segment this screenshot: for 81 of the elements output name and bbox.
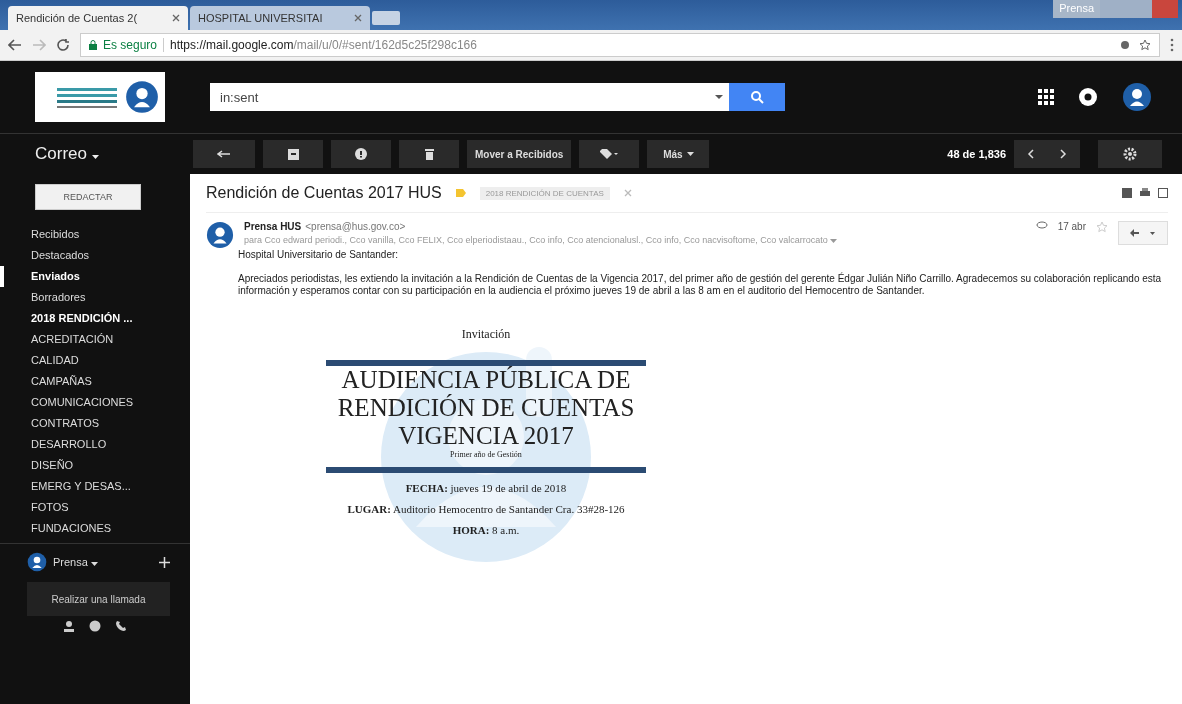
reply-button[interactable] [1118,221,1168,245]
sidebar-item[interactable]: CALIDAD [0,350,190,371]
browser-tab[interactable]: HOSPITAL UNIVERSITAI [190,6,370,30]
spam-button[interactable] [331,140,391,168]
reply-arrow-icon [1130,229,1156,237]
sidebar-item[interactable]: DESARROLLO [0,434,190,455]
apps-grid-icon[interactable] [1038,89,1054,105]
invitation-subtitle: Primer año de Gestión [450,450,522,459]
sidebar-item[interactable]: FOTOS [0,497,190,518]
search-button[interactable] [729,83,785,111]
account-avatar[interactable] [27,552,47,572]
message-counter: 48 de 1,836 [947,148,1006,160]
caret-icon [686,152,694,156]
more-button[interactable]: Más [647,140,710,168]
close-icon[interactable] [354,14,362,22]
search-icon [750,90,764,104]
message-date: 17 abr [1057,221,1086,234]
caret-icon [830,239,838,243]
trash-icon [424,148,434,160]
sidebar-item[interactable]: DISEÑO [0,455,190,476]
sidebar-item[interactable]: CAMPAÑAS [0,371,190,392]
sidebar-item[interactable]: EMERG Y DESAS... [0,476,190,497]
menu-icon[interactable] [1170,38,1174,52]
sidebar-item[interactable]: Borradores [0,287,190,308]
settings-button[interactable] [1098,140,1162,168]
sidebar-item[interactable]: COMUNICACIONES [0,392,190,413]
back-arrow-icon [217,150,231,158]
invitation-detail: HORA: 8 a.m. [452,524,520,536]
plus-icon[interactable] [159,556,170,568]
sender-email: <prensa@hus.gov.co> [305,221,406,232]
phone-icon[interactable] [115,620,127,632]
invitation-detail: FECHA: jueves 19 de abril de 2018 [405,482,567,494]
invitation-title: VIGENCIA 2017 [398,422,574,450]
sidebar-item[interactable]: Destacados [0,245,190,266]
archive-button[interactable] [263,140,323,168]
hospital-logo[interactable] [35,72,165,122]
gear-icon [1123,147,1137,161]
exclamation-icon [355,148,367,160]
caret-icon [90,562,98,566]
account-avatar[interactable] [1122,82,1152,112]
chevrons-icon [1027,149,1067,159]
person-icon[interactable] [63,620,75,632]
move-to-inbox-button[interactable]: Mover a Recibidos [467,140,572,168]
pagination-buttons[interactable] [1014,140,1080,168]
reload-icon[interactable] [56,38,70,52]
compose-button[interactable]: REDACTAR [35,184,141,210]
close-icon[interactable] [172,14,180,22]
browser-tab[interactable]: Rendición de Cuentas 2( [8,6,188,30]
labels-button[interactable] [579,140,640,168]
sidebar-item[interactable]: Recibidos [0,224,190,245]
sender-name: Prensa HUS [244,221,302,232]
sidebar-item[interactable]: CONTRATOS [0,413,190,434]
url-text: https://mail.google.com/mail/u/0/#sent/162d5c25f298c166 [170,38,477,52]
lock-icon [89,40,97,50]
mail-menu[interactable]: Correo [35,144,185,164]
secure-label: Es seguro [103,38,158,52]
call-button[interactable]: Realizar una llamada [27,582,170,616]
importance-marker-icon[interactable] [455,189,466,197]
sidebar-item[interactable]: FUNDACIONES [0,518,190,539]
greeting-text: Hospital Universitario de Santander: [238,249,400,261]
archive-icon [287,148,299,160]
sidebar-item[interactable]: ACREDITACIÓN [0,329,190,350]
email-subject: Rendición de Cuentas 2017 HUS [206,184,442,202]
sidebar-item[interactable]: 2018 RENDICIÓN ... [0,308,190,329]
label-icon [600,149,619,159]
invitation-heading: Invitación [461,327,511,342]
message-body: Apreciados periodistas, les extiendo la invitación a la Rendición de Cuentas de la Vigencia 2017, del primer año de gestión del gerente Édgar Julián Niño Carrillo. Agradecemos su colaboración replicando esta información y esperamos contar con su participación en la audiencia el próximo jueves 19 de abril a las 8 am en el auditorio del Hemocentro de Santander. [238,273,1163,297]
back-icon[interactable] [8,38,22,52]
star-icon[interactable] [1139,39,1151,51]
caret-icon [91,155,99,159]
invitation-title: AUDIENCIA PÚBLICA DE [341,366,631,394]
notifications-icon[interactable] [1078,87,1098,107]
search-field[interactable]: in:sent [210,83,785,111]
sender-avatar [206,221,234,249]
invitation-detail: LUGAR: Auditorio Hemocentro de Santander Cra. 33#28-126 [347,503,625,515]
new-window-icon[interactable] [1158,188,1168,198]
address-bar[interactable]: Es seguro https://mail.google.com/mail/u/0/#sent/162d5c25f298c166 [80,33,1160,57]
account-menu[interactable]: Prensa [53,556,153,568]
chat-icon[interactable] [89,620,101,632]
delete-button[interactable] [399,140,459,168]
invitation-title: RENDICIÓN DE CUENTAS [337,394,635,422]
